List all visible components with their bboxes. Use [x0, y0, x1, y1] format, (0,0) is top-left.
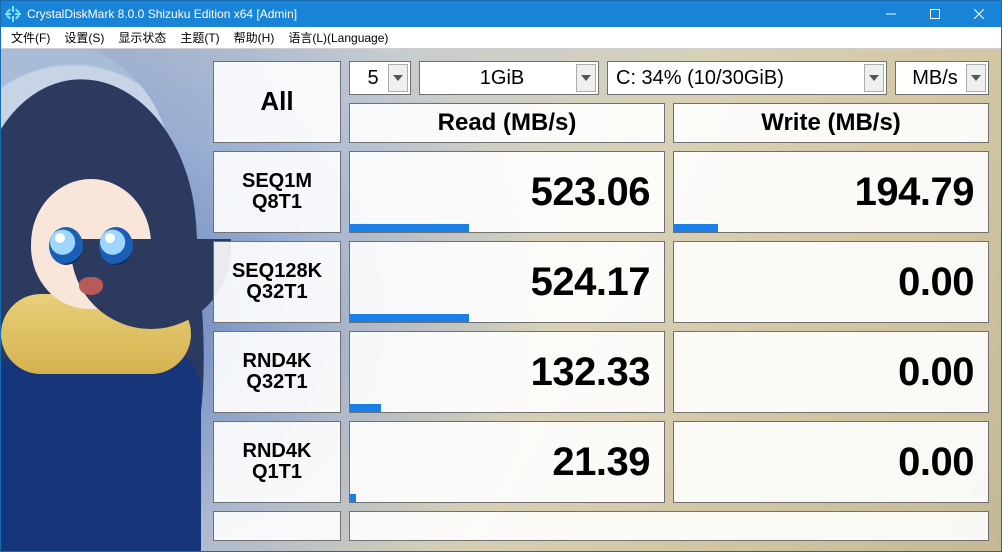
menu-language[interactable]: 语言(L)(Language) [282, 27, 394, 48]
window-title: CrystalDiskMark 8.0.0 Shizuku Edition x6… [27, 7, 869, 21]
read-progress-bar [350, 224, 469, 232]
test-label-line2: Q1T1 [252, 462, 302, 483]
chevron-down-icon [388, 64, 408, 92]
read-value: 21.39 [552, 440, 650, 485]
menu-settings[interactable]: 设置(S) [58, 27, 110, 48]
benchmark-grid: All 5 1GiB C: 34% (10/30GiB) [213, 61, 989, 541]
footer-status [349, 511, 989, 541]
menu-theme[interactable]: 主题(T) [174, 27, 225, 48]
run-all-label: All [260, 88, 293, 115]
test-count-select[interactable]: 5 [349, 61, 411, 95]
test-row-3: RND4K Q1T1 21.39 0.00 [213, 421, 989, 503]
write-value-cell: 0.00 [673, 331, 989, 413]
app-window: CrystalDiskMark 8.0.0 Shizuku Edition x6… [0, 0, 1002, 552]
menu-help[interactable]: 帮助(H) [228, 27, 281, 48]
write-header: Write (MB/s) [673, 103, 989, 143]
test-size-value: 1GiB [420, 67, 598, 90]
drive-value: C: 34% (10/30GiB) [608, 67, 886, 90]
write-progress-bar [674, 224, 718, 232]
close-button[interactable] [957, 1, 1001, 27]
chevron-down-icon [966, 64, 986, 92]
write-value-cell: 0.00 [673, 241, 989, 323]
write-value: 0.00 [898, 440, 974, 485]
titlebar[interactable]: CrystalDiskMark 8.0.0 Shizuku Edition x6… [1, 1, 1001, 27]
read-progress-bar [350, 494, 356, 502]
test-row-1: SEQ128K Q32T1 524.17 0.00 [213, 241, 989, 323]
menu-file[interactable]: 文件(F) [5, 27, 56, 48]
read-value: 524.17 [531, 260, 650, 305]
drive-select[interactable]: C: 34% (10/30GiB) [607, 61, 887, 95]
read-value-cell: 21.39 [349, 421, 665, 503]
read-progress-bar [350, 314, 469, 322]
test-row-2: RND4K Q32T1 132.33 0.00 [213, 331, 989, 413]
test-size-select[interactable]: 1GiB [419, 61, 599, 95]
test-label-line1: RND4K [243, 441, 312, 462]
footer-spacer [213, 511, 341, 541]
write-value: 0.00 [898, 260, 974, 305]
read-value-cell: 524.17 [349, 241, 665, 323]
test-button-rnd4k-q1t1[interactable]: RND4K Q1T1 [213, 421, 341, 503]
read-value: 523.06 [531, 170, 650, 215]
test-label-line1: SEQ1M [242, 171, 312, 192]
settings-row: All 5 1GiB C: 34% (10/30GiB) [213, 61, 989, 95]
test-label-line2: Q32T1 [246, 372, 307, 393]
test-button-rnd4k-q32t1[interactable]: RND4K Q32T1 [213, 331, 341, 413]
read-value: 132.33 [531, 350, 650, 395]
test-label-line1: SEQ128K [232, 261, 322, 282]
test-label-line2: Q32T1 [246, 282, 307, 303]
read-header: Read (MB/s) [349, 103, 665, 143]
write-value: 0.00 [898, 350, 974, 395]
test-row-0: SEQ1M Q8T1 523.06 194.79 [213, 151, 989, 233]
write-value-cell: 0.00 [673, 421, 989, 503]
test-button-seq1m-q8t1[interactable]: SEQ1M Q8T1 [213, 151, 341, 233]
write-value: 194.79 [855, 170, 974, 215]
read-progress-bar [350, 404, 381, 412]
test-button-seq128k-q32t1[interactable]: SEQ128K Q32T1 [213, 241, 341, 323]
read-value-cell: 132.33 [349, 331, 665, 413]
footer-row [213, 511, 989, 541]
window-controls [869, 1, 1001, 27]
minimize-button[interactable] [869, 1, 913, 27]
client-area: All 5 1GiB C: 34% (10/30GiB) [1, 49, 1001, 551]
menubar: 文件(F) 设置(S) 显示状态 主题(T) 帮助(H) 语言(L)(Langu… [1, 27, 1001, 49]
app-icon [5, 6, 21, 22]
menu-view[interactable]: 显示状态 [112, 27, 172, 48]
write-value-cell: 194.79 [673, 151, 989, 233]
run-all-button[interactable]: All [213, 61, 341, 143]
read-value-cell: 523.06 [349, 151, 665, 233]
chevron-down-icon [576, 64, 596, 92]
test-label-line2: Q8T1 [252, 192, 302, 213]
unit-select[interactable]: MB/s [895, 61, 989, 95]
maximize-button[interactable] [913, 1, 957, 27]
chevron-down-icon [864, 64, 884, 92]
test-label-line1: RND4K [243, 351, 312, 372]
